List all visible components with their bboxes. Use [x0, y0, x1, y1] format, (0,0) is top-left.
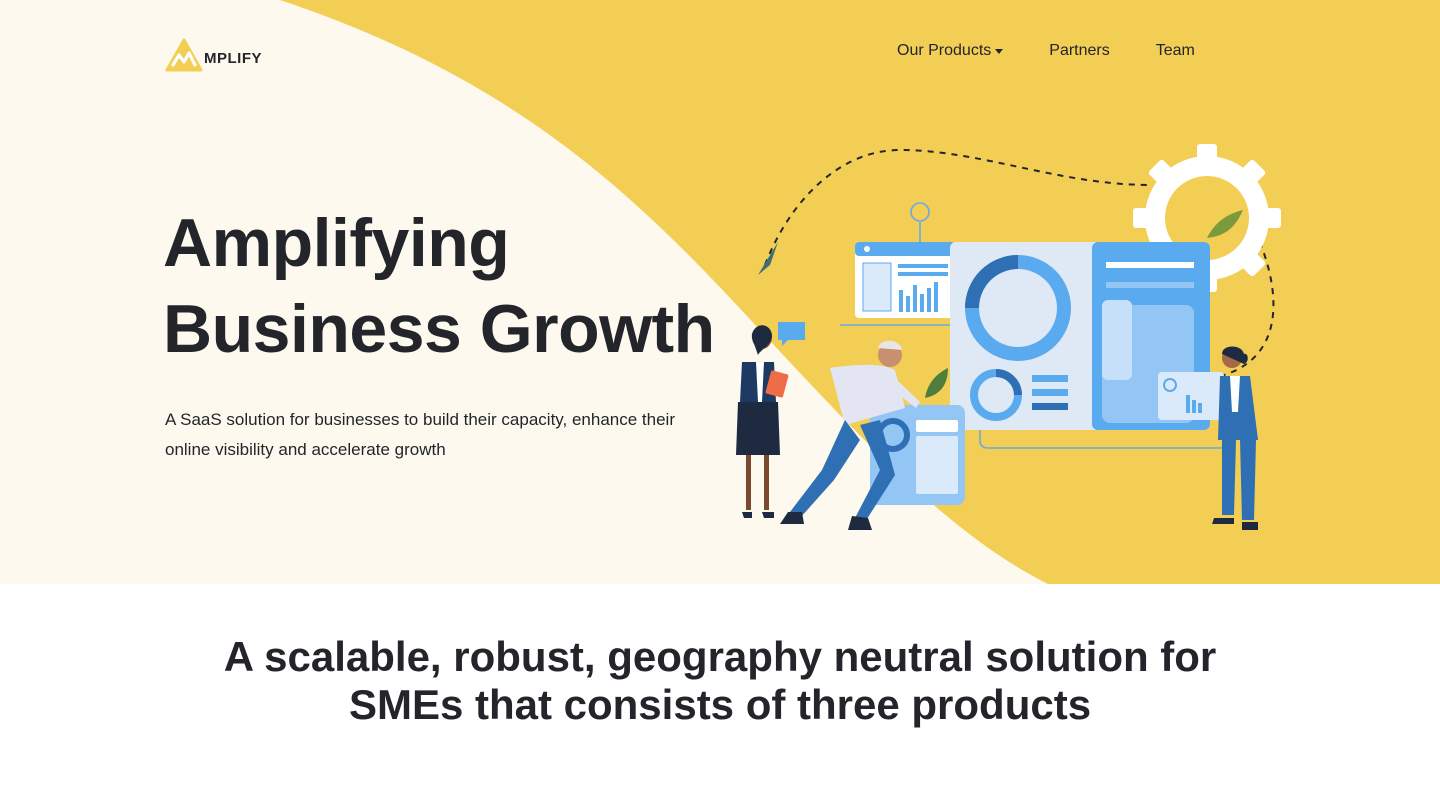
nav-team[interactable]: Team — [1156, 42, 1195, 60]
products-section-title-line-1: A scalable, robust, geography neutral so… — [223, 633, 1217, 680]
hero-title-line-2: Business Growth — [163, 291, 715, 367]
chat-bubble-icon — [778, 322, 805, 346]
chart-card-small — [1158, 372, 1224, 420]
hero-title-line-1: Amplifying — [163, 205, 510, 281]
nav-partners-label: Partners — [1049, 42, 1110, 59]
business-team-dashboard-illustration — [736, 144, 1281, 530]
hero-section: MPLIFY Our Products Partners Team Amplif… — [0, 0, 1440, 584]
logo-mark-icon — [165, 38, 203, 72]
main-nav: Our Products Partners Team — [897, 42, 1195, 60]
plant-leaf — [925, 368, 948, 398]
nav-partners[interactable]: Partners — [1049, 42, 1109, 60]
products-section-title: A scalable, robust, geography neutral so… — [0, 633, 1440, 729]
hero-title: Amplifying Business Growth — [163, 200, 715, 372]
nav-our-products[interactable]: Our Products — [897, 42, 1004, 60]
logo[interactable]: MPLIFY — [165, 38, 262, 72]
nav-team-label: Team — [1155, 42, 1195, 59]
analytics-card — [855, 242, 955, 318]
hero-subtitle: A SaaS solution for businesses to build … — [165, 410, 675, 459]
paper-plane-icon — [758, 242, 778, 275]
logo-text: MPLIFY — [204, 49, 262, 67]
nav-our-products-label: Our Products — [897, 42, 992, 59]
products-section-title-line-2: SMEs that consists of three products — [348, 681, 1092, 728]
chevron-down-icon — [995, 48, 1004, 54]
woman-with-tablet — [736, 325, 789, 518]
